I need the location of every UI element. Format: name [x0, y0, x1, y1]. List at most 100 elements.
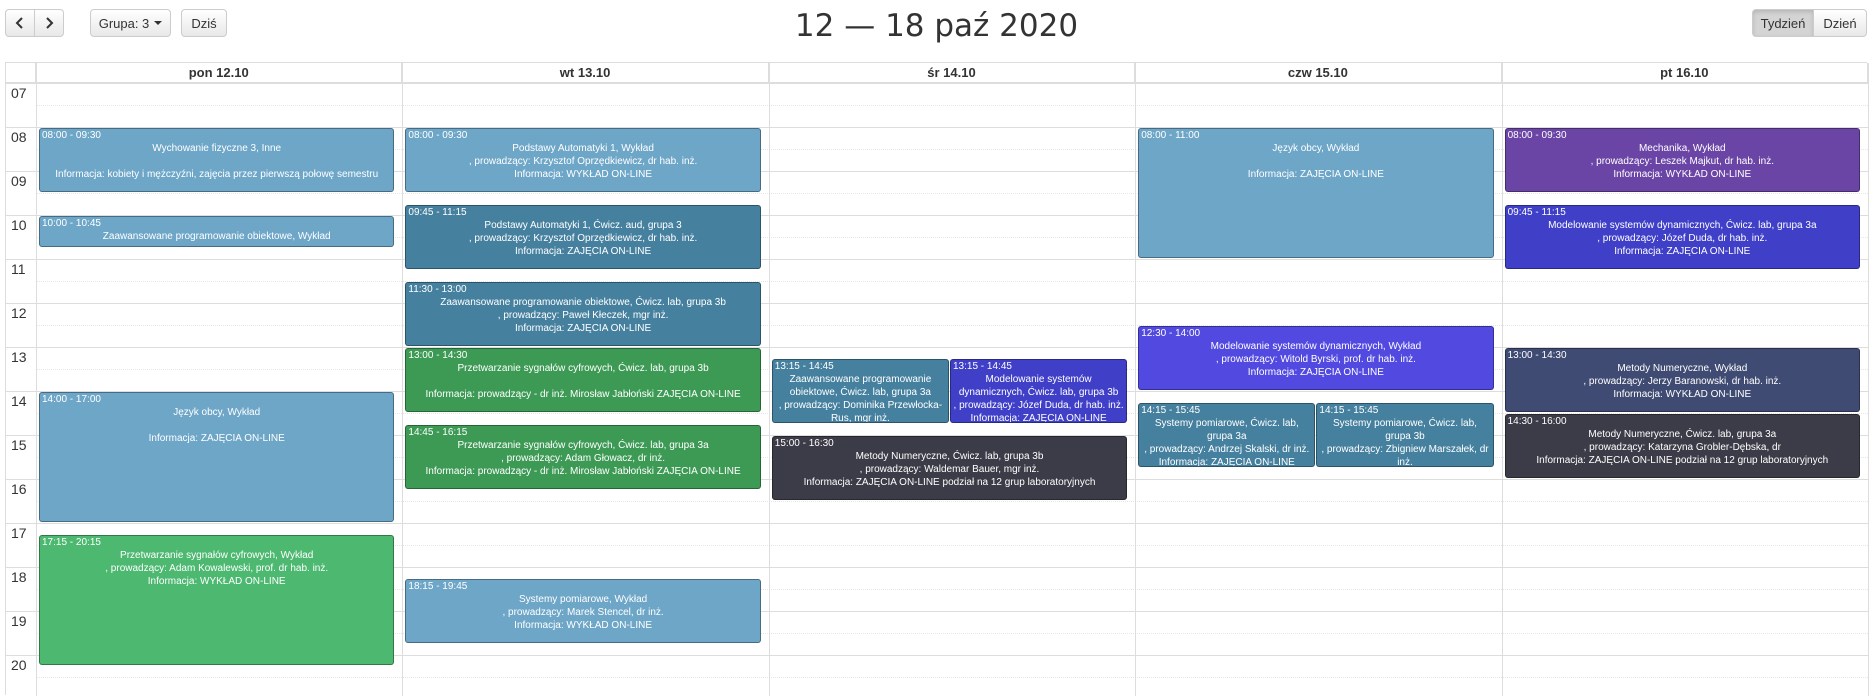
event-description: Modelowanie systemów dynamicznych, Ćwicz…	[953, 374, 1124, 423]
event-description: Przetwarzanie sygnałów cyfrowych, Ćwicz.…	[425, 440, 741, 477]
calendar-event[interactable]: 14:15 - 15:45 Systemy pomiarowe, Ćwicz. l…	[1316, 403, 1494, 467]
calendar-event[interactable]: 14:45 - 16:15 Przetwarzanie sygnałów cyfr…	[405, 425, 761, 489]
hour-gridline	[6, 83, 1868, 84]
event-description: Systemy pomiarowe, Wykład , prowadzący: …	[502, 594, 664, 631]
calendar-event[interactable]: 18:15 - 19:45 Systemy pomiarowe, Wykład ,…	[405, 579, 761, 643]
event-description: Zaawansowane programowanie obiektowe, Ćw…	[778, 374, 943, 423]
event-description: Systemy pomiarowe, Ćwicz. lab, grupa 3a …	[1144, 418, 1310, 467]
hour-label: 07	[11, 85, 27, 101]
event-time: 08:00 - 09:30	[1507, 130, 1567, 141]
half-hour-gridline	[36, 193, 1868, 194]
event-time: 14:45 - 16:15	[408, 427, 468, 438]
calendar-event[interactable]: 14:15 - 15:45 Systemy pomiarowe, Ćwicz. l…	[1138, 403, 1316, 467]
event-time: 13:00 - 14:30	[408, 350, 468, 361]
event-description: Modelowanie systemów dynamicznych, Wykła…	[1210, 341, 1422, 378]
toolbar: Grupa: 3 Dziś 12 — 18 paź 2020 Tydzień D…	[0, 0, 1873, 56]
event-description: Mechanika, Wykład , prowadzący: Leszek M…	[1590, 143, 1774, 180]
event-time: 15:00 - 16:30	[774, 438, 834, 449]
event-time: 08:00 - 09:30	[408, 130, 468, 141]
event-description: Język obcy, Wykład Informacja: ZAJĘCIA O…	[1247, 143, 1384, 180]
calendar-event[interactable]: 09:45 - 11:15 Podstawy Automatyki 1, Ćwic…	[405, 205, 761, 269]
day-column-divider	[1501, 63, 1503, 696]
day-column-divider	[768, 63, 770, 696]
calendar-event[interactable]: 14:00 - 17:00 Język obcy, Wykład Informac…	[39, 392, 395, 522]
calendar-event[interactable]: 11:30 - 13:00 Zaawansowane programowanie …	[405, 282, 761, 346]
calendar-event[interactable]: 13:15 - 14:45 Modelowanie systemów dynami…	[950, 359, 1128, 423]
calendar-event[interactable]: 13:00 - 14:30 Przetwarzanie sygnałów cyfr…	[405, 348, 761, 412]
week-view-label: Tydzień	[1760, 15, 1806, 31]
hour-label: 17	[11, 525, 27, 541]
event-description: Systemy pomiarowe, Ćwicz. lab, grupa 3b …	[1321, 418, 1489, 467]
axis-header-corner	[6, 63, 36, 83]
event-description: Metody Numeryczne, Ćwicz. lab, grupa 3b …	[803, 451, 1096, 488]
hour-label: 13	[11, 349, 27, 365]
event-time: 08:00 - 09:30	[42, 130, 101, 141]
page-title: 12 — 18 paź 2020	[794, 8, 1079, 44]
event-time: 11:30 - 13:00	[408, 284, 467, 295]
calendar-event[interactable]: 15:00 - 16:30 Metody Numeryczne, Ćwicz. l…	[771, 436, 1128, 500]
hour-label: 20	[11, 657, 27, 673]
day-header: śr 14.10	[768, 63, 1136, 83]
event-description: Zaawansowane programowanie obiektowe, Wy…	[102, 231, 331, 242]
hour-gridline	[6, 523, 1868, 524]
hour-label: 08	[11, 129, 27, 145]
day-header: wt 13.10	[402, 63, 769, 83]
calendar-event[interactable]: 08:00 - 11:00 Język obcy, Wykład Informac…	[1138, 128, 1494, 258]
calendar-event[interactable]: 08:00 - 09:30 Wychowanie fizyczne 3, Inne…	[39, 128, 395, 192]
hour-label: 18	[11, 569, 27, 585]
day-view-button[interactable]: Dzień	[1813, 9, 1867, 37]
event-time: 12:30 - 14:00	[1141, 328, 1201, 339]
calendar-event[interactable]: 14:30 - 16:00 Metody Numeryczne, Ćwicz. l…	[1504, 414, 1860, 478]
event-time: 14:15 - 15:45	[1141, 405, 1201, 416]
event-time: 09:45 - 11:15	[408, 207, 467, 218]
calendar-event[interactable]: 08:00 - 09:30 Mechanika, Wykład , prowadz…	[1504, 128, 1860, 192]
event-time: 13:15 - 14:45	[774, 361, 834, 372]
day-column-divider	[36, 63, 37, 696]
event-time: 09:45 - 11:15	[1507, 207, 1566, 218]
half-hour-gridline	[36, 325, 1868, 326]
event-description: Podstawy Automatyki 1, Ćwicz. aud, grupa…	[468, 220, 698, 257]
event-time: 17:15 - 20:15	[42, 537, 101, 548]
half-hour-gridline	[36, 105, 1868, 106]
day-header: pt 16.10	[1501, 63, 1868, 83]
event-description: Język obcy, Wykład Informacja: ZAJĘCIA O…	[148, 407, 285, 444]
day-column-divider	[402, 63, 404, 696]
calendar-event[interactable]: 13:15 - 14:45 Zaawansowane programowanie …	[771, 359, 949, 423]
event-time: 13:00 - 14:30	[1507, 350, 1567, 361]
day-header: pon 12.10	[36, 63, 403, 83]
event-time: 08:00 - 11:00	[1141, 130, 1200, 141]
calendar-event[interactable]: 17:15 - 20:15 Przetwarzanie sygnałów cyfr…	[39, 535, 395, 665]
event-time: 10:00 - 10:45	[42, 218, 101, 229]
hour-label: 14	[11, 393, 27, 409]
event-time: 14:15 - 15:45	[1319, 405, 1379, 416]
hour-label: 15	[11, 437, 27, 453]
hour-label: 19	[11, 613, 27, 629]
calendar-event[interactable]: 13:00 - 14:30 Metody Numeryczne, Wykład ,…	[1504, 348, 1860, 412]
calendar-event[interactable]: 10:00 - 10:45 Zaawansowane programowanie …	[39, 216, 395, 247]
event-description: Metody Numeryczne, Ćwicz. lab, grupa 3a …	[1536, 429, 1829, 466]
event-time: 18:15 - 19:45	[408, 581, 468, 592]
day-view-label: Dzień	[1823, 15, 1857, 31]
calendar-event[interactable]: 09:45 - 11:15 Modelowanie systemów dynami…	[1504, 205, 1860, 269]
event-description: Wychowanie fizyczne 3, Inne Informacja: …	[55, 143, 379, 180]
event-time: 13:15 - 14:45	[953, 361, 1012, 372]
half-hour-gridline	[36, 281, 1868, 282]
day-header: czw 15.10	[1135, 63, 1502, 83]
calendar-event[interactable]: 12:30 - 14:00 Modelowanie systemów dynami…	[1138, 326, 1494, 390]
event-time: 14:00 - 17:00	[42, 394, 101, 405]
event-description: Metody Numeryczne, Wykład , prowadzący: …	[1583, 363, 1782, 400]
hour-label: 16	[11, 481, 27, 497]
hour-label: 09	[11, 173, 27, 189]
week-calendar: pon 12.10 wt 13.10 śr 14.10 czw 15.10 pt 16.…	[5, 62, 1869, 696]
calendar-event[interactable]: 08:00 - 09:30 Podstawy Automatyki 1, Wykł…	[405, 128, 761, 192]
event-description: Podstawy Automatyki 1, Wykład , prowadzą…	[468, 143, 698, 180]
day-column-divider	[1868, 63, 1869, 696]
hour-gridline	[6, 303, 1868, 304]
event-time: 14:30 - 16:00	[1507, 416, 1567, 427]
hour-label: 12	[11, 305, 27, 321]
week-view-button[interactable]: Tydzień	[1752, 9, 1814, 37]
event-description: Modelowanie systemów dynamicznych, Ćwicz…	[1548, 220, 1817, 257]
event-description: Zaawansowane programowanie obiektowe, Ćw…	[440, 297, 726, 334]
half-hour-gridline	[36, 677, 1868, 678]
event-description: Przetwarzanie sygnałów cyfrowych, Ćwicz.…	[425, 363, 741, 400]
